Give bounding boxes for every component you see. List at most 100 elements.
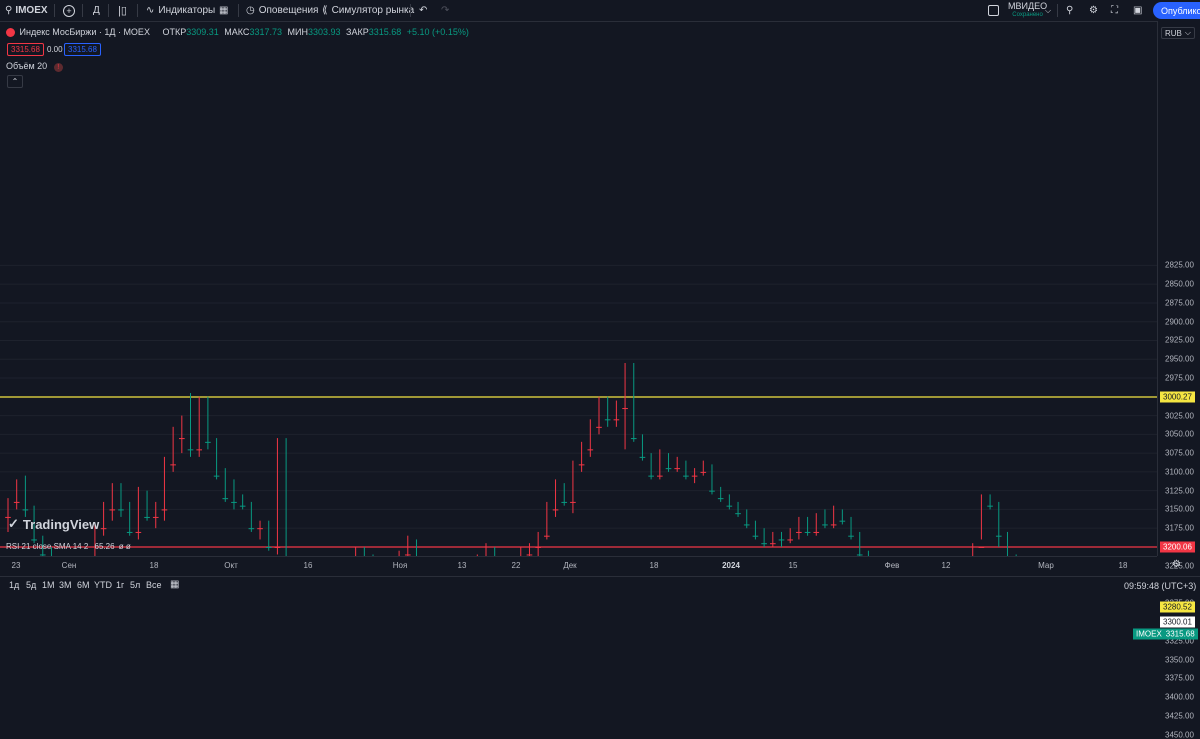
replay-button[interactable]: ⟪ Симулятор рынка [322, 0, 414, 21]
gear-icon: ⚙ [1172, 559, 1181, 570]
candle [187, 393, 194, 457]
candle-body [31, 539, 37, 541]
timeframe-button[interactable]: 1д [9, 580, 19, 590]
layout-name-button[interactable]: МВИДЕО Сохранено [1008, 0, 1047, 21]
layout-status: Сохранено [1012, 11, 1043, 18]
price-chart[interactable] [0, 21, 1157, 556]
timeframe-button[interactable]: Все [146, 580, 162, 590]
candle-body [743, 524, 750, 526]
candle-body [630, 438, 637, 440]
candle-body [205, 441, 211, 443]
timeframe-button[interactable]: 5д [26, 580, 36, 590]
time-axis-label: 13 [457, 561, 467, 570]
candle [144, 490, 150, 521]
candle [622, 363, 628, 450]
price-axis-label: 3125.00 [1165, 486, 1194, 496]
volume-label: Объём 20 [6, 61, 48, 71]
candle [239, 494, 246, 510]
price-axis-label: 3400.00 [1165, 692, 1194, 702]
rsi-label: RSI 21 close SMA 14 2 [6, 542, 89, 551]
layout-menu-chevron[interactable]: ⌵ [1045, 0, 1051, 21]
candle-body [178, 438, 185, 440]
candle [709, 464, 715, 495]
time-axis-label: Мар [1038, 561, 1054, 570]
timeframe-button[interactable]: YTD [94, 580, 112, 590]
high-label: МАКС [224, 27, 250, 37]
spread-value: 0.00 [47, 45, 63, 54]
candle-body [570, 501, 576, 503]
alerts-button[interactable]: ◷ Оповещения [246, 0, 318, 21]
currency-button[interactable]: RUB ⌵ [1161, 27, 1195, 39]
clock[interactable]: 09:59:48 (UTC+3) [1124, 581, 1196, 591]
time-axis-label: 18 [649, 561, 659, 570]
calendar-icon: ▦ [170, 579, 180, 590]
collapse-legend-button[interactable]: ⌃ [7, 75, 23, 88]
layouts-button[interactable]: ▦ [219, 0, 228, 21]
time-axis[interactable] [0, 556, 1157, 577]
timeframe-button[interactable]: 6M [77, 580, 90, 590]
candle-body [118, 509, 124, 511]
candle [856, 531, 863, 556]
open-value: 3309.31 [186, 27, 219, 37]
redo-button[interactable]: ↷ [441, 0, 449, 21]
candle [100, 501, 107, 536]
candle [787, 528, 794, 544]
candle [265, 520, 272, 551]
candle [285, 438, 287, 556]
volume-legend[interactable]: Объём 20 ! [6, 61, 63, 72]
candle [544, 501, 550, 540]
time-axis-label: 12 [941, 561, 951, 570]
level-price-label: 3300.01 [1160, 616, 1195, 628]
candle [761, 528, 767, 547]
candle-body [787, 539, 794, 541]
candle-body [761, 543, 767, 545]
candle [161, 456, 168, 521]
change-value: +5.10 (+0.15%) [406, 27, 469, 37]
last-price-value: 3315.68 [1165, 629, 1195, 639]
time-axis-label: 18 [1118, 561, 1128, 570]
candle [978, 494, 985, 548]
chart-legend: Индекс МосБиржи · 1Д · MOEX ОТКР3309.31 … [6, 27, 469, 38]
bid-box[interactable]: 3315.68 [7, 43, 44, 56]
candle [404, 535, 411, 556]
time-axis-settings-button[interactable]: ⚙ [1172, 559, 1181, 570]
candle-body [769, 543, 776, 545]
alarm-clock-icon: ◷ [246, 5, 255, 16]
undo-button[interactable]: ↶ [419, 0, 427, 21]
timeframe-button[interactable]: 1M [42, 580, 55, 590]
compare-button[interactable]: + [63, 0, 75, 21]
candle [839, 509, 846, 525]
settings-button[interactable]: ⚙ [1089, 0, 1098, 21]
timeframe-button[interactable]: 1г [116, 580, 124, 590]
candle [231, 479, 237, 510]
ask-box[interactable]: 3315.68 [64, 43, 101, 56]
candle [972, 543, 974, 556]
indicators-button[interactable]: ∿ Индикаторы [146, 0, 215, 21]
chart-type-button[interactable]: |▯ [118, 0, 127, 21]
price-axis-label: 3175.00 [1165, 523, 1194, 533]
date-range-button[interactable]: ▦ [170, 579, 179, 590]
timeframe-button[interactable]: 5л [130, 580, 140, 590]
timeframe-button[interactable]: 3M [59, 580, 72, 590]
price-axis-label: 2900.00 [1165, 317, 1194, 327]
legend-title[interactable]: Индекс МосБиржи · 1Д · MOEX [20, 27, 150, 37]
candle [1006, 531, 1008, 556]
snapshot-button[interactable]: ▣ [1133, 0, 1142, 21]
rsi-legend[interactable]: RSI 21 close SMA 14 2 65.26 ø ø [6, 542, 131, 551]
layout-checkbox[interactable] [988, 0, 999, 21]
candle-body [648, 475, 654, 477]
candle [257, 520, 263, 540]
interval-button[interactable]: Д [93, 0, 100, 21]
quick-search-button[interactable]: ⚲ [1066, 0, 1073, 21]
chevron-down-icon: ⌵ [1184, 28, 1191, 37]
chevron-down-icon: ⌵ [1045, 5, 1052, 15]
symbol-search[interactable]: ⚲ IMOEX [5, 0, 48, 21]
last-price-label: IMOEX 3315.68 [1133, 628, 1198, 640]
fullscreen-button[interactable]: ⛶ [1111, 0, 1118, 21]
candle [674, 456, 681, 472]
candle-body [717, 498, 724, 500]
price-axis-label: 3050.00 [1165, 429, 1194, 439]
publish-button[interactable]: Опубликов [1153, 2, 1200, 19]
candle [700, 460, 707, 476]
candle-body [987, 505, 993, 507]
